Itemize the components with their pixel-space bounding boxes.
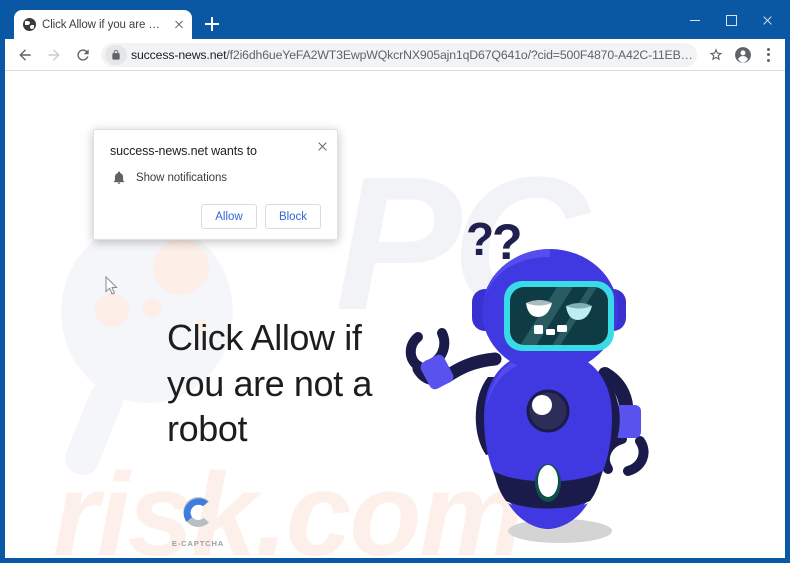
dialog-actions: Allow Block — [110, 204, 321, 229]
browser-toolbar: success-news.net/f2i6dh6ueYeFA2WT3EwpWQk… — [5, 39, 785, 71]
confused-robot-illustration: ? ? — [400, 209, 690, 554]
allow-button[interactable]: Allow — [201, 204, 257, 229]
dialog-title: success-news.net wants to — [110, 144, 257, 158]
arrow-right-icon — [48, 48, 60, 61]
url-text: success-news.net/f2i6dh6ueYeFA2WT3EwpWQk… — [131, 48, 693, 62]
browser-tab-active[interactable]: Click Allow if you are not a robot — [14, 10, 192, 39]
notification-permission-dialog: success-news.net wants to Show notificat… — [93, 129, 338, 240]
svg-text:?: ? — [466, 213, 494, 265]
reload-button[interactable] — [69, 41, 97, 69]
forward-button[interactable] — [40, 41, 68, 69]
bell-icon — [112, 170, 126, 186]
url-host: success-news.net — [131, 47, 227, 62]
globe-icon — [23, 18, 36, 31]
minimize-button[interactable] — [677, 5, 713, 35]
permission-row: Show notifications — [110, 170, 321, 186]
tab-strip: Click Allow if you are not a robot — [5, 5, 785, 39]
lock-icon[interactable] — [105, 44, 127, 65]
close-window-button[interactable] — [749, 5, 785, 35]
new-tab-button[interactable] — [199, 11, 225, 37]
tab-title: Click Allow if you are not a robot — [42, 18, 165, 31]
window-controls — [677, 5, 785, 39]
permission-label: Show notifications — [136, 172, 227, 184]
captcha-label: E-CAPTCHA — [171, 539, 225, 548]
back-button[interactable] — [11, 41, 39, 69]
arrow-left-icon — [19, 48, 31, 61]
decor-blob — [153, 239, 209, 295]
reload-icon — [77, 48, 89, 61]
close-icon[interactable] — [171, 17, 187, 33]
url-path: /f2i6dh6ueYeFA2WT3EwpWQkcrNX905ajn1qD67Q… — [226, 47, 693, 62]
page-viewport: PC risk.com Click Allow if you are not a… — [5, 71, 785, 558]
mouse-pointer — [105, 276, 118, 295]
star-icon[interactable] — [703, 42, 729, 68]
captcha-logo: E-CAPTCHA — [167, 489, 229, 548]
maximize-button[interactable] — [713, 5, 749, 35]
page-headline: Click Allow if you are not a robot — [167, 317, 372, 450]
account-icon[interactable] — [730, 42, 756, 68]
address-bar[interactable]: success-news.net/f2i6dh6ueYeFA2WT3EwpWQk… — [101, 42, 697, 67]
block-button[interactable]: Block — [265, 204, 321, 229]
decor-blob — [95, 293, 129, 327]
screenshot-frame: Click Allow if you are not a robot — [0, 0, 790, 563]
browser-window: Click Allow if you are not a robot — [5, 5, 785, 558]
kebab-menu-icon[interactable] — [757, 42, 779, 68]
decor-blob — [143, 299, 161, 317]
close-icon[interactable] — [314, 138, 330, 154]
captcha-c-logo — [175, 489, 221, 535]
